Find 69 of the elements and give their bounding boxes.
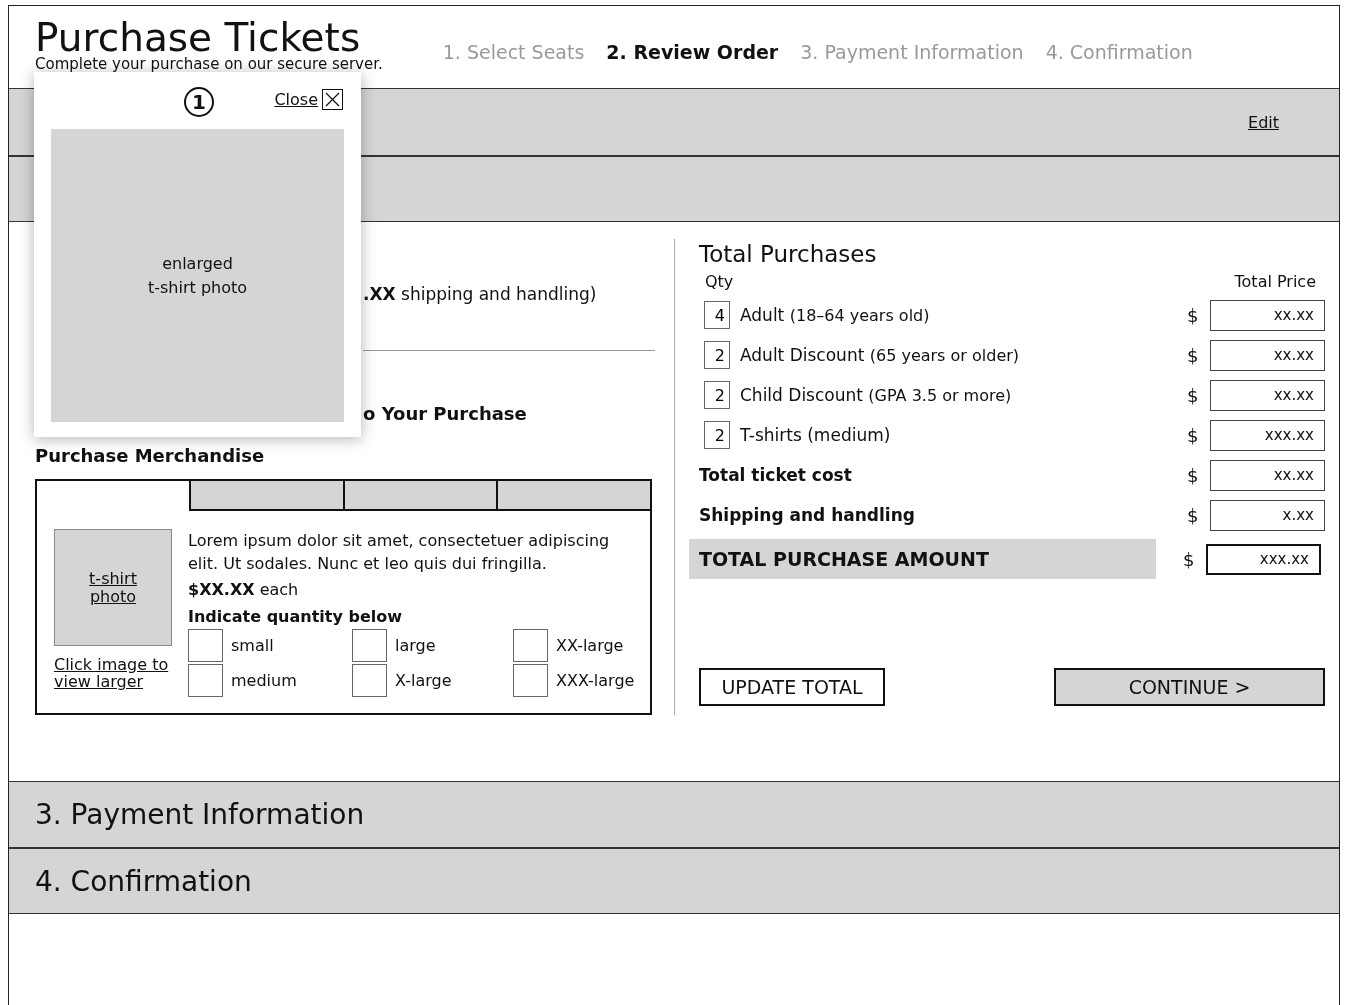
currency-sign: $ [1183, 548, 1196, 570]
section-header[interactable]: 4. Confirmation [9, 848, 1339, 914]
step-label: 2. Review Order [606, 40, 779, 65]
close-link[interactable]: Close [274, 89, 343, 110]
quantity-field[interactable] [352, 664, 387, 697]
tab[interactable] [496, 481, 650, 511]
summary-label: Total ticket cost [699, 465, 853, 485]
summary-label: Shipping and handling [699, 505, 916, 525]
grand-total-label: TOTAL PURCHASE AMOUNT [689, 539, 1156, 579]
size-label: medium [231, 671, 297, 690]
column-header: Total Price [1234, 271, 1316, 293]
edit-link[interactable]: Edit [1248, 112, 1279, 132]
quantity-field[interactable] [513, 629, 548, 662]
quantity-heading: Indicate quantity below [188, 606, 403, 628]
price-field[interactable]: xx.xx [1210, 459, 1325, 491]
page-title: Purchase Tickets [35, 18, 362, 58]
update-button[interactable]: UPDATE TOTAL [699, 668, 885, 706]
currency-sign: $ [1187, 304, 1200, 326]
tab[interactable] [342, 481, 497, 511]
photo-caption: t-shirt photo [147, 276, 248, 299]
view-larger-link[interactable]: Click image to view larger [54, 656, 172, 690]
currency-sign: $ [1187, 384, 1200, 406]
totals-title: Total Purchases [699, 240, 878, 269]
tab[interactable] [189, 481, 343, 511]
price-field[interactable]: xx.xx [1210, 379, 1325, 411]
quantity-field[interactable] [513, 664, 548, 697]
quantity-field[interactable]: 2 [704, 341, 730, 369]
photo-link[interactable]: t-shirt photo [54, 529, 172, 646]
quantity-field[interactable] [188, 664, 223, 697]
step-label: 3. Payment Information [800, 40, 1024, 65]
step-label: 1. Select Seats [442, 40, 585, 65]
currency-sign: $ [1187, 424, 1200, 446]
price-field[interactable]: xxx.xx [1206, 543, 1321, 575]
size-label: large [395, 636, 436, 655]
quantity-field[interactable] [188, 629, 223, 662]
continue-button[interactable]: CONTINUE > [1054, 668, 1325, 706]
page-subtitle: Complete your purchase on our secure server. [35, 55, 383, 73]
item-label: T-shirts (medium) [740, 425, 892, 445]
close-icon[interactable] [322, 89, 343, 110]
quantity-field[interactable] [352, 629, 387, 662]
size-label: small [231, 636, 274, 655]
section-title: 3. Payment Information [35, 798, 365, 831]
description: Lorem ipsum dolor sit amet, consectetuer adipiscing elit. Ut sodales. Nunc et leo quis dui fringilla. [188, 530, 611, 575]
quantity-field[interactable]: 2 [704, 381, 730, 409]
section-title: 4. Confirmation [35, 864, 252, 898]
quantity-field[interactable]: 2 [704, 421, 730, 449]
size-label: XX-large [556, 636, 624, 655]
price-field[interactable]: xxx.xx [1210, 419, 1325, 451]
column-header: Qty [705, 271, 734, 293]
quantity-field[interactable]: 4 [704, 301, 730, 329]
item-label: Child Discount (GPA 3.5 or more) [740, 385, 1013, 405]
price-text: $XX.XX each [188, 579, 300, 601]
step-badge: 1 [184, 87, 214, 117]
section-header[interactable]: 3. Payment Information [9, 781, 1339, 848]
shipping-option-text: .XX shipping and handling) [363, 283, 597, 306]
item-label: Adult (18–64 years old) [740, 305, 931, 325]
currency-sign: $ [1187, 464, 1200, 486]
photo-caption: enlarged [162, 252, 233, 275]
price-field[interactable]: x.xx [1210, 499, 1325, 531]
step-label: 4. Confirmation [1045, 40, 1193, 65]
currency-sign: $ [1187, 504, 1200, 526]
merchandise-heading: Purchase Merchandise [35, 444, 266, 468]
size-label: X-large [395, 671, 452, 690]
price-field[interactable]: xx.xx [1210, 339, 1325, 371]
section-heading: o Your Purchase [363, 402, 527, 426]
currency-sign: $ [1187, 344, 1200, 366]
size-label: XXX-large [556, 671, 635, 690]
price-field[interactable]: xx.xx [1210, 299, 1325, 331]
item-label: Adult Discount (65 years or older) [740, 345, 1021, 365]
